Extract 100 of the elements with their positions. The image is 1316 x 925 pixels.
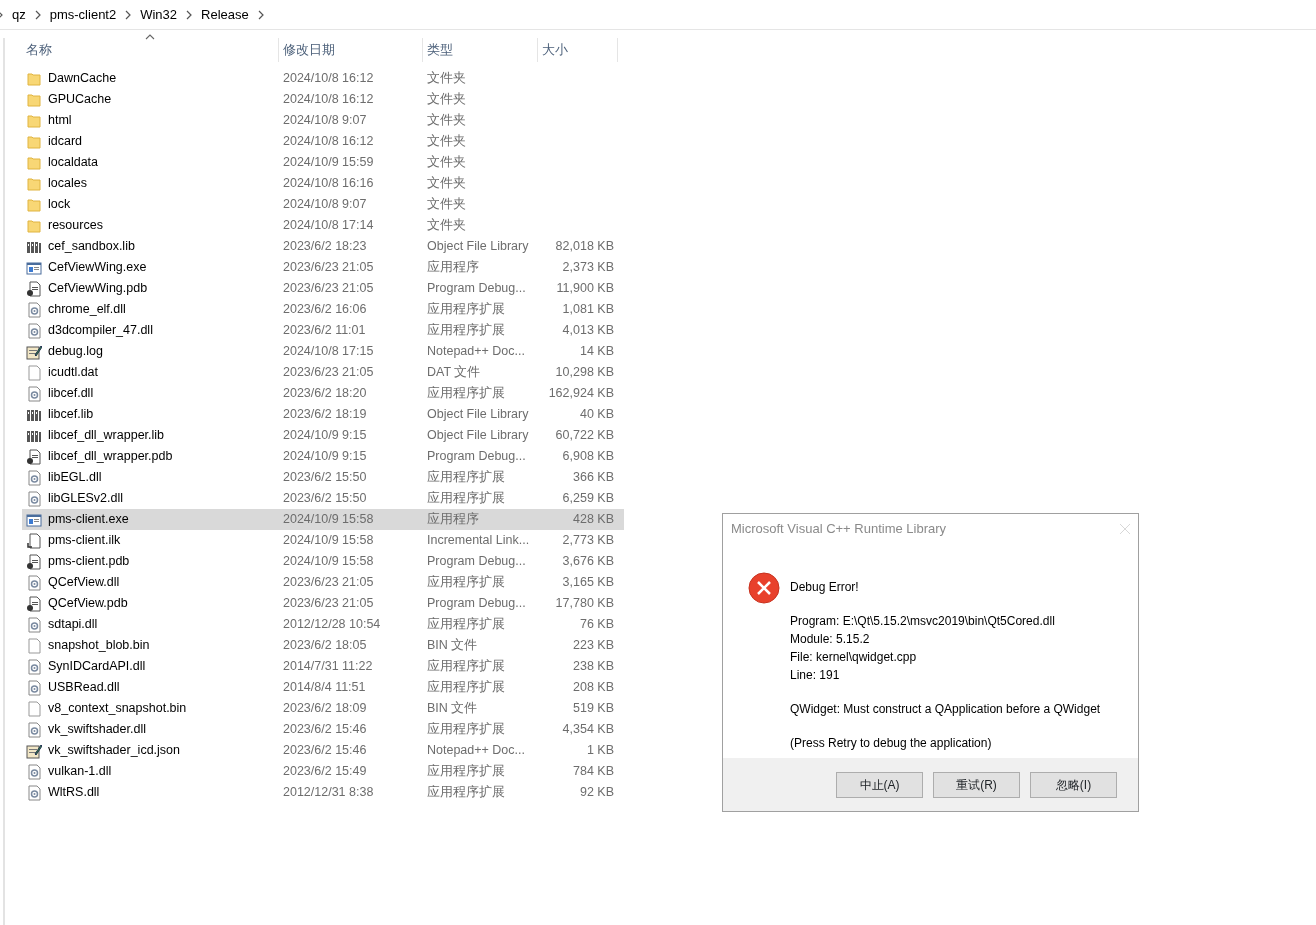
modified-date: 2023/6/2 16:06 [283, 302, 367, 317]
dialog-button[interactable]: 重试(R) [933, 771, 1020, 798]
error-detail: Module: 5.15.2 [790, 631, 871, 648]
blank-file-icon [26, 637, 42, 654]
error-detail: Program: E:\Qt\5.15.2\msvc2019\bin\Qt5Cored.dll [790, 613, 1056, 630]
file-row[interactable]: GPUCache 2024/10/8 16:12 文件夹 [22, 89, 624, 111]
breadcrumb-item[interactable]: qz [12, 4, 26, 25]
file-row[interactable]: html 2024/10/8 9:07 文件夹 [22, 110, 624, 132]
modified-date: 2024/10/9 9:15 [283, 428, 367, 443]
file-size: 2,373 KB [562, 260, 614, 275]
folder-icon [26, 70, 42, 87]
file-type: Program Debug... [427, 449, 526, 464]
file-size: 6,259 KB [562, 491, 614, 506]
modified-date: 2023/6/2 18:19 [283, 407, 367, 422]
file-type: Program Debug... [427, 596, 526, 611]
file-row[interactable]: d3dcompiler_47.dll 2023/6/2 11:01 应用程序扩展 4,013 KB [22, 320, 624, 342]
file-size: 519 KB [573, 701, 614, 716]
modified-date: 2024/10/8 16:12 [283, 134, 374, 149]
chevron-icon[interactable] [185, 9, 194, 20]
file-row[interactable]: vulkan-1.dll 2023/6/2 15:49 应用程序扩展 784 KB [22, 761, 624, 783]
column-header[interactable]: 大小 [538, 38, 618, 62]
file-type: 应用程序扩展 [427, 617, 505, 632]
breadcrumb-item[interactable]: pms-client2 [49, 4, 117, 25]
file-type: Notepad++ Doc... [427, 344, 525, 359]
file-row[interactable]: WltRS.dll 2012/12/31 8:38 应用程序扩展 92 KB [22, 782, 624, 804]
modified-date: 2024/10/9 15:58 [283, 554, 374, 569]
file-name: sdtapi.dll [48, 616, 98, 634]
file-row[interactable]: SynIDCardAPI.dll 2014/7/31 11:22 应用程序扩展 238 KB [22, 656, 624, 678]
folder-icon [26, 217, 42, 234]
file-size: 3,165 KB [562, 575, 614, 590]
file-name: USBRead.dll [48, 679, 120, 697]
modified-date: 2024/10/8 16:12 [283, 92, 374, 107]
file-row[interactable]: cef_sandbox.lib 2023/6/2 18:23 Object File Library 82,018 KB [22, 236, 624, 258]
file-row[interactable]: QCefView.dll 2023/6/23 21:05 应用程序扩展 3,165 KB [22, 572, 624, 594]
file-row[interactable]: icudtl.dat 2023/6/23 21:05 DAT 文件 10,298 KB [22, 362, 624, 384]
retry-hint: (Press Retry to debug the application) [790, 735, 993, 752]
gear-document-icon [26, 679, 42, 696]
modified-date: 2023/6/2 18:23 [283, 239, 367, 254]
file-row[interactable]: CefViewWing.exe 2023/6/23 21:05 应用程序 2,373 KB [22, 257, 624, 279]
file-type: 应用程序扩展 [427, 386, 505, 401]
file-row[interactable]: locales 2024/10/8 16:16 文件夹 [22, 173, 624, 195]
file-row[interactable]: v8_context_snapshot.bin 2023/6/2 18:09 BIN 文件 519 KB [22, 698, 624, 720]
modified-date: 2012/12/28 10:54 [283, 617, 381, 632]
file-row[interactable]: vk_swiftshader_icd.json 2023/6/2 15:46 Notepad++ Doc... 1 KB [22, 740, 624, 762]
file-row[interactable]: CefViewWing.pdb 2023/6/23 21:05 Program Debug... 11,900 KB [22, 278, 624, 300]
chevron-icon[interactable] [33, 9, 42, 20]
file-row[interactable]: libcef_dll_wrapper.lib 2024/10/9 9:15 Object File Library 60,722 KB [22, 425, 624, 447]
file-size: 428 KB [573, 512, 614, 527]
column-header[interactable]: 修改日期 [279, 38, 423, 62]
file-size: 17,780 KB [555, 596, 614, 611]
file-row[interactable]: QCefView.pdb 2023/6/23 21:05 Program Debug... 17,780 KB [22, 593, 624, 615]
modified-date: 2023/6/2 18:09 [283, 701, 367, 716]
breadcrumb-item[interactable]: Win32 [140, 4, 178, 25]
file-type: Notepad++ Doc... [427, 743, 525, 758]
dialog-button[interactable]: 中止(A) [836, 771, 923, 798]
file-name: libcef.lib [48, 406, 94, 424]
file-type: Object File Library [427, 239, 529, 254]
file-size: 162,924 KB [548, 386, 614, 401]
file-row[interactable]: pms-client.pdb 2024/10/9 15:58 Program Debug... 3,676 KB [22, 551, 624, 573]
file-row[interactable]: chrome_elf.dll 2023/6/2 16:06 应用程序扩展 1,081 KB [22, 299, 624, 321]
file-row[interactable]: resources 2024/10/8 17:14 文件夹 [22, 215, 624, 237]
file-row[interactable]: DawnCache 2024/10/8 16:12 文件夹 [22, 68, 624, 90]
file-row[interactable]: debug.log 2024/10/8 17:15 Notepad++ Doc... 14 KB [22, 341, 624, 363]
file-type: BIN 文件 [427, 638, 478, 653]
blank-file-icon [26, 700, 42, 717]
modified-date: 2023/6/2 15:46 [283, 722, 367, 737]
file-row[interactable]: pms-client.ilk 2024/10/9 15:58 Incremental Link... 2,773 KB [22, 530, 624, 552]
file-row[interactable]: libEGL.dll 2023/6/2 15:50 应用程序扩展 366 KB [22, 467, 624, 489]
chevron-icon[interactable] [124, 9, 133, 20]
file-row[interactable]: libcef_dll_wrapper.pdb 2024/10/9 9:15 Program Debug... 6,908 KB [22, 446, 624, 468]
file-type: 应用程序扩展 [427, 659, 505, 674]
error-message: QWidget: Must construct a QApplication before a QWidget [790, 701, 1101, 718]
file-row[interactable]: pms-client.exe 2024/10/9 15:58 应用程序 428 KB [22, 509, 624, 531]
column-header[interactable]: 名称 [22, 38, 279, 62]
file-row[interactable]: vk_swiftshader.dll 2023/6/2 15:46 应用程序扩展 4,354 KB [22, 719, 624, 741]
modified-date: 2023/6/23 21:05 [283, 260, 374, 275]
file-row[interactable]: libcef.lib 2023/6/2 18:19 Object File Library 40 KB [22, 404, 624, 426]
modified-date: 2024/10/8 17:14 [283, 218, 374, 233]
breadcrumb-item[interactable]: Release [201, 4, 249, 25]
modified-date: 2023/6/23 21:05 [283, 596, 374, 611]
dialog-button[interactable]: 忽略(I) [1030, 771, 1117, 798]
modified-date: 2024/10/8 9:07 [283, 113, 367, 128]
chevron-icon[interactable] [256, 9, 265, 20]
notepad-icon [26, 742, 42, 759]
file-row[interactable]: snapshot_blob.bin 2023/6/2 18:05 BIN 文件 223 KB [22, 635, 624, 657]
folder-icon [26, 112, 42, 129]
file-row[interactable]: USBRead.dll 2014/8/4 11:51 应用程序扩展 208 KB [22, 677, 624, 699]
modified-date: 2024/10/9 15:58 [283, 533, 374, 548]
file-name: pms-client.pdb [48, 553, 130, 571]
column-header[interactable]: 类型 [423, 38, 538, 62]
file-row[interactable]: libGLESv2.dll 2023/6/2 15:50 应用程序扩展 6,259 KB [22, 488, 624, 510]
modified-date: 2023/6/23 21:05 [283, 365, 374, 380]
file-row[interactable]: idcard 2024/10/8 16:12 文件夹 [22, 131, 624, 153]
file-row[interactable]: localdata 2024/10/9 15:59 文件夹 [22, 152, 624, 174]
file-name: libGLESv2.dll [48, 490, 124, 508]
gear-document-icon [26, 322, 42, 339]
file-row[interactable]: sdtapi.dll 2012/12/28 10:54 应用程序扩展 76 KB [22, 614, 624, 636]
file-row[interactable]: libcef.dll 2023/6/2 18:20 应用程序扩展 162,924 KB [22, 383, 624, 405]
folder-icon [26, 154, 42, 171]
file-row[interactable]: lock 2024/10/8 9:07 文件夹 [22, 194, 624, 216]
